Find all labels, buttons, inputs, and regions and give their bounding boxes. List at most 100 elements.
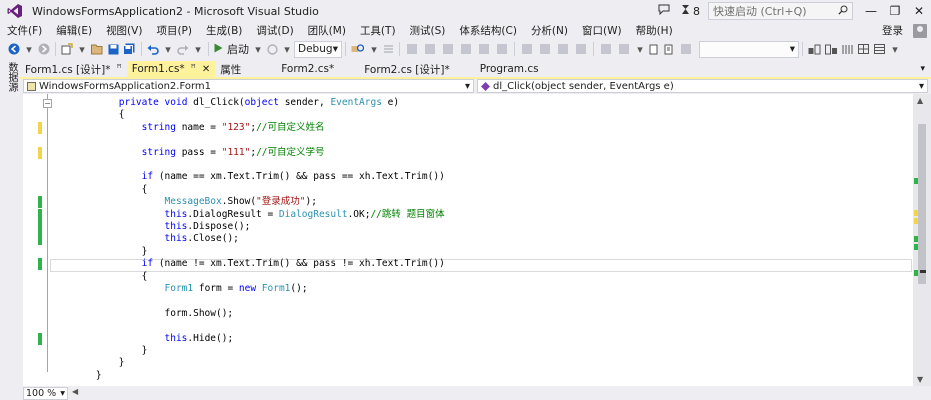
code-line[interactable]: string name = "123";//可自定义姓名: [23, 121, 913, 134]
code-line[interactable]: this.Hide();: [23, 332, 913, 345]
dock-left-icon[interactable]: [806, 40, 823, 58]
redo-icon[interactable]: [175, 40, 191, 58]
menu-project[interactable]: 项目(P): [149, 23, 199, 38]
tab-form2-code[interactable]: Form2.cs*: [276, 61, 339, 77]
align-rights-icon[interactable]: [439, 40, 457, 58]
menu-analyze[interactable]: 分析(N): [524, 23, 575, 38]
undo-icon[interactable]: [145, 40, 161, 58]
code-line[interactable]: {: [23, 109, 913, 121]
new-project-icon[interactable]: [59, 40, 75, 58]
toolbar-end-overflow-icon[interactable]: ▾: [888, 40, 902, 58]
browser-link-icon[interactable]: [265, 40, 280, 58]
send-to-back-icon[interactable]: [662, 40, 677, 58]
code-line[interactable]: }: [23, 357, 913, 369]
make-same-width-icon[interactable]: [518, 40, 536, 58]
find-in-files-icon[interactable]: [349, 40, 367, 58]
horizontal-scrollbar[interactable]: ◀: [72, 387, 931, 398]
menu-help[interactable]: 帮助(H): [629, 23, 680, 38]
make-same-height-icon[interactable]: [536, 40, 554, 58]
align-middles-icon[interactable]: [475, 40, 493, 58]
menu-tools[interactable]: 工具(T): [353, 23, 403, 38]
menu-architecture[interactable]: 体系结构(C): [452, 23, 524, 38]
menu-file[interactable]: 文件(F): [0, 23, 49, 38]
menu-window[interactable]: 窗口(W): [575, 23, 629, 38]
tab-form1-code[interactable]: Form1.cs* ꟸ ✕: [126, 61, 216, 77]
code-line[interactable]: if (name == xm.Text.Trim() && pass == xh…: [23, 171, 913, 183]
code-line[interactable]: [23, 159, 913, 171]
close-button[interactable]: ✕: [907, 0, 931, 22]
code-line[interactable]: form.Show();: [23, 308, 913, 320]
tab-program[interactable]: Program.cs: [475, 61, 544, 77]
align-tops-icon[interactable]: [457, 40, 475, 58]
bring-to-front-icon[interactable]: [647, 40, 662, 58]
menu-test[interactable]: 测试(S): [403, 23, 453, 38]
code-line[interactable]: private void dl_Click(object sender, Eve…: [23, 97, 913, 109]
pin-icon[interactable]: ꟸ: [191, 64, 196, 74]
grid-icon[interactable]: [856, 40, 872, 58]
feedback-area[interactable]: 8: [658, 4, 700, 18]
code-line[interactable]: if (name != xm.Text.Trim() && pass != xh…: [23, 258, 913, 271]
menu-team[interactable]: 团队(M): [301, 23, 353, 38]
menu-debug[interactable]: 调试(D): [249, 23, 300, 38]
size-to-grid-icon[interactable]: [572, 40, 590, 58]
member-select[interactable]: dl_Click(object sender, EventArgs e) ▾: [477, 79, 928, 93]
forward-icon[interactable]: [36, 40, 52, 58]
menu-view[interactable]: 视图(V): [99, 23, 149, 38]
code-line[interactable]: string pass = "111";//可自定义学号: [23, 146, 913, 159]
vertical-scrollbar[interactable]: ▲ ▼: [913, 94, 931, 386]
comment-icon[interactable]: [381, 40, 396, 58]
code-line[interactable]: [23, 320, 913, 332]
scroll-up-icon[interactable]: ▲: [917, 96, 923, 105]
table-icon[interactable]: [872, 40, 888, 58]
code-line[interactable]: this.Dispose();: [23, 221, 913, 233]
code-line[interactable]: this.DialogResult = DialogResult.OK;//跳转…: [23, 208, 913, 221]
solution-configuration-select[interactable]: Debug ▾: [294, 40, 342, 58]
align-centers-icon[interactable]: [421, 40, 439, 58]
start-dropdown-icon[interactable]: ▾: [251, 40, 265, 58]
save-icon[interactable]: [106, 40, 121, 58]
code-line[interactable]: }: [23, 246, 913, 258]
align-lefts-icon[interactable]: [403, 40, 421, 58]
horizontal-spacing-icon[interactable]: [597, 40, 615, 58]
minimize-button[interactable]: —: [859, 0, 883, 22]
code-line[interactable]: [23, 295, 913, 307]
scroll-down-icon[interactable]: ▼: [917, 375, 923, 384]
back-dropdown-icon[interactable]: ▾: [22, 40, 36, 58]
code-line[interactable]: {: [23, 184, 913, 196]
tab-overflow-icon[interactable]: ▾: [920, 64, 925, 74]
columns-icon[interactable]: [840, 40, 856, 58]
make-same-size-icon[interactable]: [554, 40, 572, 58]
zoom-select[interactable]: 100 % ▾: [23, 386, 68, 400]
code-line[interactable]: }: [23, 345, 913, 357]
code-line[interactable]: [23, 134, 913, 146]
undo-dropdown-icon[interactable]: ▾: [161, 40, 175, 58]
class-select[interactable]: WindowsFormsApplication2.Form1 ▾: [23, 79, 474, 93]
open-file-icon[interactable]: [89, 40, 106, 58]
find-dropdown-icon[interactable]: ▾: [367, 40, 381, 58]
code-line[interactable]: }: [23, 370, 913, 382]
browser-link-dropdown-icon[interactable]: ▾: [280, 40, 294, 58]
notifications-icon[interactable]: [681, 4, 690, 18]
save-all-icon[interactable]: [121, 40, 138, 58]
feedback-icon[interactable]: [658, 4, 670, 18]
login-link[interactable]: 登录: [882, 23, 903, 38]
new-project-dropdown-icon[interactable]: ▾: [75, 40, 89, 58]
code-line[interactable]: Form1 form = new Form1();: [23, 283, 913, 295]
menu-edit[interactable]: 编辑(E): [49, 23, 99, 38]
close-tab-icon[interactable]: ✕: [202, 64, 210, 75]
restore-button[interactable]: ❐: [883, 0, 907, 22]
align-bottoms-icon[interactable]: [493, 40, 511, 58]
tab-form1-design[interactable]: Form1.cs [设计]* ꟸ: [20, 61, 127, 77]
tab-order-icon[interactable]: [677, 40, 695, 58]
code-line[interactable]: {: [23, 271, 913, 283]
toolbar-overflow-icon[interactable]: ▾: [633, 40, 647, 58]
account-avatar-icon[interactable]: [913, 23, 927, 38]
code-editor[interactable]: − private void dl_Click(object sender, E…: [23, 94, 913, 386]
pin-icon[interactable]: ꟸ: [117, 64, 122, 74]
tab-form2-design[interactable]: Form2.cs [设计]*: [359, 61, 455, 77]
code-line[interactable]: this.Close();: [23, 233, 913, 246]
data-sources-tab[interactable]: 数据源: [4, 62, 19, 92]
vertical-spacing-icon[interactable]: [615, 40, 633, 58]
code-line[interactable]: MessageBox.Show("登录成功");: [23, 196, 913, 209]
scroll-left-icon[interactable]: ◀: [72, 387, 78, 396]
